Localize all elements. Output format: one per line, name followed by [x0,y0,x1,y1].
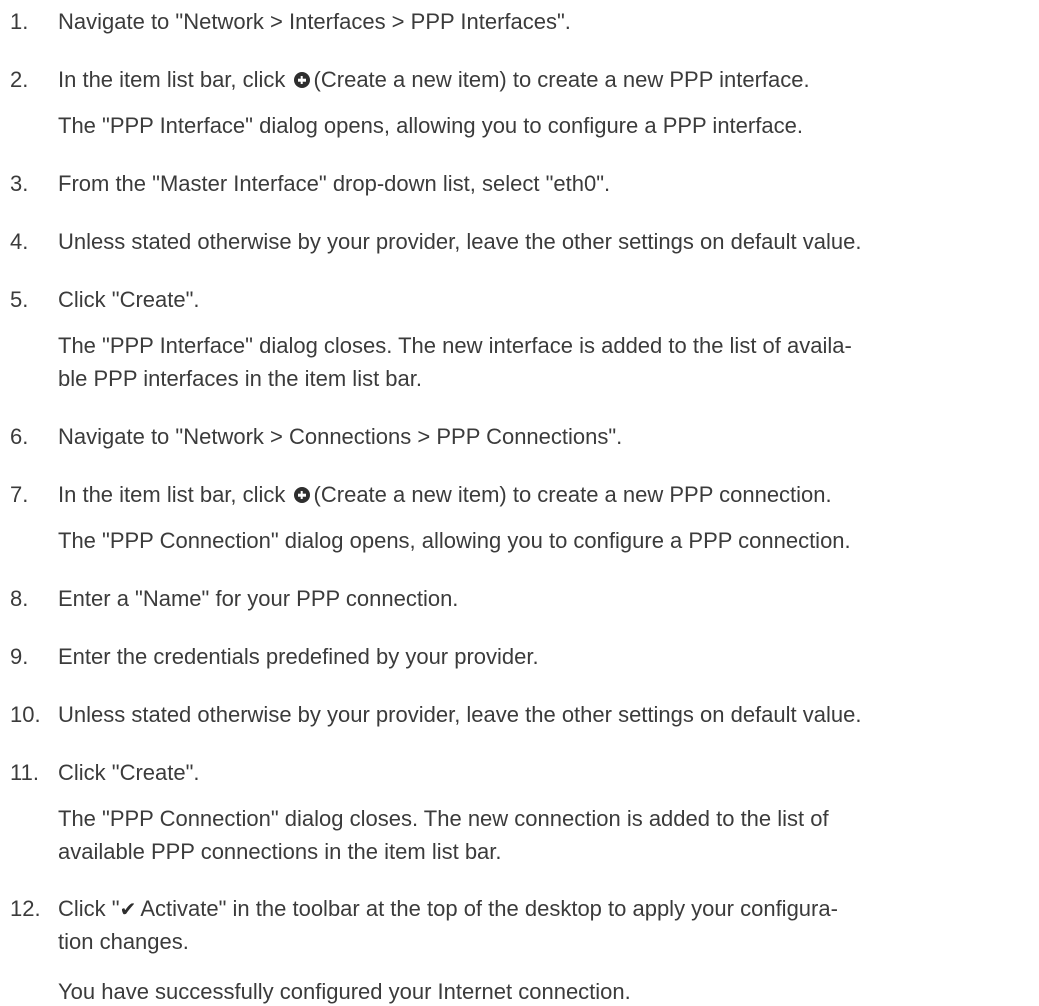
step-number: 8. [10,586,29,611]
step-text: In the item list bar, click (Create a ne… [58,67,810,92]
step-text: Click "Create". [58,760,200,785]
step-text: Click "✔ Activate" in the toolbar at the … [58,895,1033,924]
step-text: Enter a "Name" for your PPP connection. [58,586,459,611]
step-result: The "PPP Connection" dialog opens, allow… [58,528,851,553]
step-number: 11. [10,760,39,785]
step-text-continued: tion changes. [58,929,189,954]
plus-circle-icon [293,487,310,503]
step-number: 7. [10,482,29,507]
step-text: Unless stated otherwise by your provider… [58,229,862,254]
step-number: 5. [10,287,29,312]
step-result: The "PPP Interface" dialog closes. The n… [58,333,852,358]
step-number: 9. [10,644,29,669]
step-text: From the "Master Interface" drop-down li… [58,171,611,196]
step-number: 4. [10,229,29,254]
step-result: The "PPP Connection" dialog closes. The … [58,806,829,831]
step-result: You have successfully configured your In… [58,979,631,1004]
step-number: 10. [10,702,41,727]
step-number: 6. [10,424,29,449]
checkmark-icon: ✔ [119,899,137,921]
step-text: Unless stated otherwise by your provider… [58,702,862,727]
step-text: Click "Create". [58,287,200,312]
step-text: In the item list bar, click (Create a ne… [58,482,832,507]
step-result: available PPP connections in the item li… [58,839,502,864]
step-number: 12. [10,896,41,921]
step-text: Navigate to "Network > Interfaces > PPP … [58,9,571,34]
step-number: 3. [10,171,29,196]
step-number: 1. [10,9,29,34]
step-text: Enter the credentials predefined by your… [58,644,539,669]
step-result: The "PPP Interface" dialog opens, allowi… [58,113,803,138]
step-number: 2. [10,67,29,92]
step-text: Navigate to "Network > Connections > PPP… [58,424,623,449]
plus-circle-icon [293,72,310,88]
step-result: ble PPP interfaces in the item list bar. [58,366,422,391]
